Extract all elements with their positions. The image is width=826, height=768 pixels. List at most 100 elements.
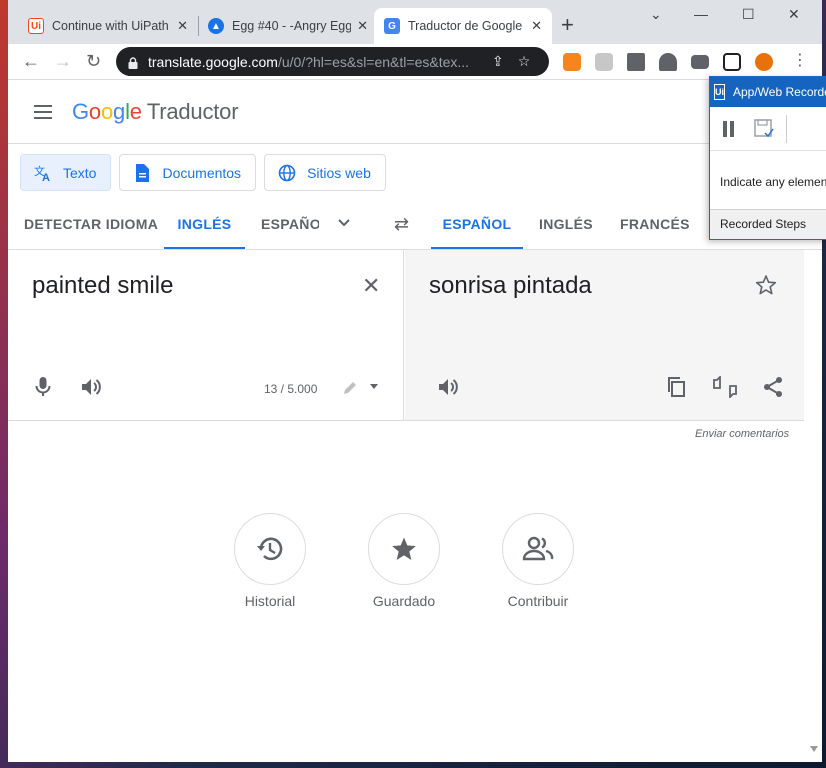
history-label: Historial	[244, 593, 296, 609]
lock-icon	[128, 56, 138, 69]
source-lang-english[interactable]: INGLÉS	[164, 200, 245, 249]
caret-down-icon[interactable]	[370, 384, 378, 389]
recorder-toolbar	[710, 107, 826, 151]
address-bar[interactable]: translate.google.com/u/0/?hl=es&sl=en&tl…	[116, 47, 549, 76]
share-icon[interactable]: ⇪	[492, 53, 504, 70]
save-disk-icon[interactable]	[754, 119, 774, 144]
metamask-extension-icon[interactable]	[563, 53, 581, 71]
close-window-icon[interactable]: ✕	[788, 6, 800, 23]
new-tab-button[interactable]: +	[561, 14, 574, 36]
maximize-icon[interactable]: ☐	[742, 6, 755, 23]
pause-icon[interactable]	[722, 121, 736, 142]
egg-favicon-icon: ▲	[208, 18, 224, 34]
mode-text-button[interactable]: 文A Texto	[20, 154, 112, 191]
contribute-label: Contribuir	[507, 593, 569, 609]
uipath-logo-icon: Ui	[714, 84, 725, 100]
mode-websites-button[interactable]: Sitios web	[264, 154, 386, 191]
target-lang-english[interactable]: INGLÉS	[539, 200, 593, 249]
recorder-title: App/Web Recorder	[733, 85, 826, 99]
saved-circle[interactable]	[368, 513, 440, 585]
back-icon[interactable]: ←	[22, 51, 40, 71]
history-circle[interactable]	[234, 513, 306, 585]
tab-title: Continue with UiPath	[52, 19, 169, 33]
mode-label: Texto	[63, 164, 97, 181]
translate-icon: 文A	[33, 163, 53, 183]
clear-text-icon[interactable]: ✕	[362, 275, 380, 297]
feedback-rating-icon[interactable]	[712, 374, 738, 403]
microphone-icon[interactable]	[34, 376, 52, 403]
svg-text:A: A	[42, 172, 50, 183]
media-icon[interactable]	[691, 55, 709, 69]
close-tab-icon[interactable]: ✕	[531, 18, 542, 34]
tab-title: Egg #40 - -Angry Egg	[232, 19, 352, 33]
translation-output: sonrisa pintada	[429, 272, 592, 299]
mode-selector: 文A Texto Documentos Sitios web	[20, 154, 386, 191]
saved-button[interactable]: Guardado	[349, 513, 459, 609]
recorder-window: Ui App/Web Recorder Indicate any element…	[709, 76, 826, 240]
browser-toolbar: ← → ↻ translate.google.com/u/0/?hl=es&sl…	[8, 44, 822, 80]
google-translate-favicon-icon: G	[384, 18, 400, 34]
flask-icon[interactable]	[659, 53, 677, 71]
tab-traductor[interactable]: G Traductor de Google ✕	[374, 8, 552, 44]
recorder-titlebar[interactable]: Ui App/Web Recorder	[710, 77, 826, 107]
browser-window: Ui Continue with UiPath ✕ ▲ Egg #40 - -A…	[8, 0, 822, 762]
contribute-circle[interactable]	[502, 513, 574, 585]
tab-title: Traductor de Google	[408, 19, 523, 33]
url-text: translate.google.com/u/0/?hl=es&sl=en&tl…	[148, 53, 470, 70]
tab-search-icon[interactable]: ⌄	[650, 6, 662, 23]
toolbar-divider	[786, 115, 787, 143]
swap-languages-icon[interactable]: ⇄	[394, 214, 409, 235]
tab-strip: Ui Continue with UiPath ✕ ▲ Egg #40 - -A…	[8, 0, 822, 44]
uipath-favicon-icon: Ui	[28, 18, 44, 34]
page-scrollbar[interactable]	[804, 250, 822, 762]
product-name: Traductor	[146, 99, 239, 124]
send-feedback-link[interactable]: Enviar comentarios	[695, 428, 789, 440]
panel-divider	[8, 420, 822, 421]
language-bar: DETECTAR IDIOMA INGLÉS ESPAÑOL ⇄ ESPAÑOL…	[8, 200, 822, 250]
saved-label: Guardado	[372, 593, 436, 609]
source-lang-spanish[interactable]: ESPAÑOL	[261, 200, 319, 249]
chevron-down-icon[interactable]	[336, 214, 352, 235]
contribute-button[interactable]: Contribuir	[483, 513, 593, 609]
tab-egg[interactable]: ▲ Egg #40 - -Angry Egg ✕	[198, 8, 378, 44]
scroll-down-arrow-icon[interactable]	[810, 746, 818, 752]
speaker-icon[interactable]	[80, 376, 102, 403]
save-star-icon[interactable]	[755, 274, 777, 301]
forward-icon[interactable]: →	[54, 51, 72, 71]
profile-avatar[interactable]	[755, 53, 773, 71]
extension-icon[interactable]	[595, 53, 613, 71]
tab-uipath[interactable]: Ui Continue with UiPath ✕	[18, 8, 198, 44]
history-icon	[257, 537, 283, 561]
recorder-instruction: Indicate any element	[720, 175, 826, 189]
target-panel: sonrisa pintada	[405, 250, 822, 420]
google-translate-logo[interactable]: Google Traductor	[72, 99, 239, 125]
menu-dots-icon[interactable]: ⋮	[792, 51, 808, 71]
reload-icon[interactable]: ↻	[86, 51, 101, 71]
share-icon[interactable]	[762, 376, 784, 403]
globe-icon	[277, 163, 297, 183]
target-lang-spanish[interactable]: ESPAÑOL	[431, 200, 523, 249]
recorded-steps-header[interactable]: Recorded Steps	[710, 209, 826, 239]
mode-documents-button[interactable]: Documentos	[119, 154, 257, 191]
character-counter: 13 / 5.000	[264, 382, 318, 396]
source-panel: painted smile ✕ 13 / 5.000	[8, 250, 404, 420]
puzzle-icon[interactable]	[627, 53, 645, 71]
close-tab-icon[interactable]: ✕	[177, 18, 188, 34]
source-textarea[interactable]: painted smile	[32, 272, 173, 300]
history-button[interactable]: Historial	[215, 513, 325, 609]
side-panel-icon[interactable]	[723, 53, 741, 71]
mode-label: Documentos	[162, 164, 242, 181]
mode-label: Sitios web	[307, 164, 371, 181]
speaker-icon[interactable]	[437, 376, 459, 403]
close-tab-icon[interactable]: ✕	[357, 18, 368, 34]
target-lang-french[interactable]: FRANCÉS	[620, 200, 690, 249]
hamburger-menu-icon[interactable]	[34, 105, 52, 123]
copy-icon[interactable]	[665, 376, 687, 403]
people-icon	[522, 536, 554, 561]
minimize-icon[interactable]: —	[694, 6, 708, 22]
app-header: Google Traductor	[8, 80, 822, 144]
source-lang-detect[interactable]: DETECTAR IDIOMA	[24, 200, 158, 249]
pencil-icon[interactable]	[342, 380, 358, 401]
bookmark-star-icon[interactable]: ☆	[518, 53, 531, 70]
star-icon	[392, 537, 416, 560]
